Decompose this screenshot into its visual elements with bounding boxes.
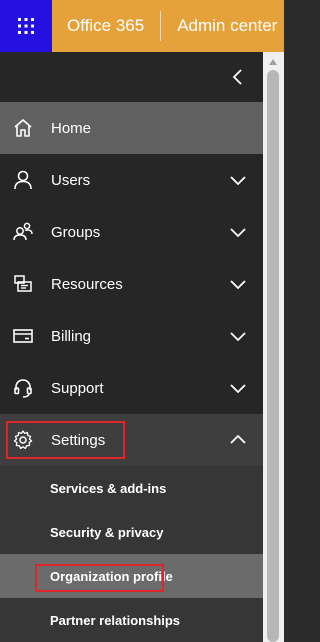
subnav-item-security-privacy[interactable]: Security & privacy (0, 510, 263, 554)
credit-card-icon (13, 329, 33, 343)
left-navigation: Home Users Groups Resources Billing Supp… (0, 52, 263, 642)
nav-item-billing[interactable]: Billing (0, 310, 263, 362)
nav-collapse-row (0, 52, 263, 102)
subnav-item-services-add-ins[interactable]: Services & add-ins (0, 466, 263, 510)
home-icon (14, 119, 32, 137)
nav-item-label: Groups (51, 223, 101, 241)
resources-icon (14, 275, 32, 292)
subnav-item-label: Security & privacy (50, 524, 164, 540)
subnav-item-label: Services & add-ins (50, 480, 167, 496)
collapse-nav-button[interactable] (231, 68, 243, 86)
scroll-up-arrow-icon[interactable] (268, 58, 278, 66)
chevron-down-icon[interactable] (229, 327, 247, 345)
app-title[interactable]: Admin center (161, 16, 277, 36)
gear-icon (13, 430, 33, 450)
nav-item-label: Home (51, 119, 92, 137)
nav-item-label: Settings (51, 431, 106, 449)
chevron-down-icon[interactable] (229, 171, 247, 189)
top-bar: Office 365 Admin center (0, 0, 284, 52)
groups-icon (13, 222, 33, 241)
nav-item-label: Resources (51, 275, 123, 293)
nav-item-settings[interactable]: Settings (0, 414, 263, 466)
app-launcher-button[interactable] (0, 0, 52, 52)
nav-item-label: Support (51, 379, 104, 397)
nav-item-resources[interactable]: Resources (0, 258, 263, 310)
brand-link[interactable]: Office 365 (52, 11, 162, 41)
headset-icon (14, 379, 32, 398)
nav-item-label: Billing (51, 327, 92, 345)
nav-item-label: Users (51, 171, 91, 189)
nav-item-users[interactable]: Users (0, 154, 263, 206)
chevron-down-icon[interactable] (229, 223, 247, 241)
chevron-down-icon[interactable] (229, 275, 247, 293)
subnav-item-organization-profile[interactable]: Organization profile (0, 554, 263, 598)
user-icon (14, 170, 32, 190)
chevron-down-icon[interactable] (229, 379, 247, 397)
scrollbar-thumb[interactable] (267, 70, 279, 642)
subnav-item-label: Partner relationships (50, 612, 181, 628)
waffle-icon (18, 18, 34, 34)
subnav-item-partner-relationships[interactable]: Partner relationships (0, 598, 263, 642)
nav-item-home[interactable]: Home (0, 102, 263, 154)
nav-item-groups[interactable]: Groups (0, 206, 263, 258)
chevron-up-icon[interactable] (229, 431, 247, 449)
subnav-item-label: Organization profile (50, 568, 173, 584)
scrollbar[interactable] (263, 52, 284, 642)
nav-item-support[interactable]: Support (0, 362, 263, 414)
